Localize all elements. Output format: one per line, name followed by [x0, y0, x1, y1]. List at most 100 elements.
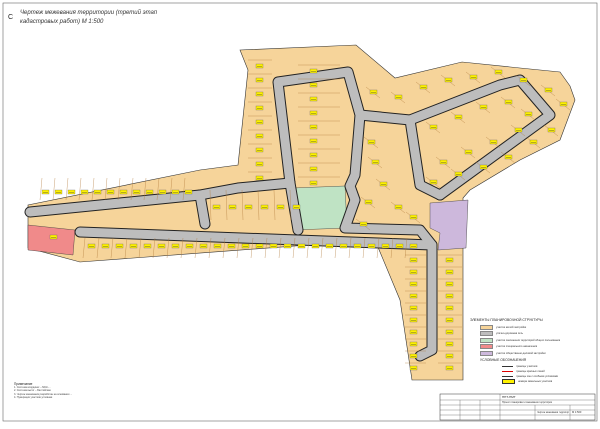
lot-label-plate: [409, 293, 418, 299]
lot-label-plate: [255, 119, 264, 125]
lot-label-plate: [454, 171, 463, 177]
lot-label-plate: [87, 243, 96, 249]
lot-label-plate: [297, 243, 306, 249]
lot-label-plate: [409, 281, 418, 287]
lot-label-plate: [409, 317, 418, 323]
lot-label-plate: [395, 243, 404, 249]
lot-label-plate: [283, 243, 292, 249]
lot-label-plate: [255, 91, 264, 97]
lot-label-plate: [445, 293, 454, 299]
territory: [27, 44, 576, 381]
lot-label-plate: [445, 365, 454, 371]
lot-boundary-line: [52, 177, 56, 201]
notes-block: Примечание 1. Система координат – МСК-..…: [14, 382, 72, 399]
title-block: [439, 393, 596, 421]
lot-label-plate: [309, 110, 318, 116]
lot-label-plate: [547, 127, 556, 133]
legend-symbol-mark: [502, 370, 513, 372]
legend-symbols-title: УСЛОВНЫЕ ОБОЗНАЧЕНИЯ: [480, 358, 527, 362]
lot-label-plate: [489, 139, 498, 145]
legend-swatch: [480, 350, 493, 356]
lot-label-plate: [409, 214, 418, 220]
lot-label-plate: [409, 341, 418, 347]
lot-label-plate: [409, 257, 418, 263]
legend-symbol-label: границы красных линий: [516, 369, 545, 373]
lot-label-plate: [359, 221, 368, 227]
lot-label-plate: [244, 204, 253, 210]
lot-label-plate: [309, 96, 318, 102]
lot-label-plate: [119, 189, 128, 195]
lot-label-plate: [212, 204, 221, 210]
lot-label-plate: [394, 204, 403, 210]
lot-label-plate: [228, 204, 237, 210]
lot-boundary-line: [39, 177, 43, 201]
lot-label-plate: [93, 189, 102, 195]
lot-label-plate: [445, 257, 454, 263]
lot-label-plate: [255, 63, 264, 69]
lot-label-plate: [445, 269, 454, 275]
lot-label-plate: [544, 87, 553, 93]
lot-label-plate: [445, 305, 454, 311]
legend-symbol: границы участков: [502, 364, 537, 368]
lot-label-plate: [41, 189, 50, 195]
lot-label-plate: [394, 94, 403, 100]
legend-swatch: [480, 344, 493, 349]
lot-label-plate: [67, 189, 76, 195]
lot-label-plate: [353, 243, 362, 249]
legend-label: участки озеленения территорий общего пол…: [496, 338, 561, 342]
legend-swatch: [480, 337, 493, 343]
lot-label-plate: [504, 99, 513, 105]
legend-label: участки общественно-деловой застройки: [496, 351, 546, 355]
lot-label-plate: [429, 179, 438, 185]
lot-label-plate: [409, 243, 418, 249]
lot-label-plate: [309, 124, 318, 130]
legend-symbol-label: границы участков: [516, 364, 538, 368]
lot-label-plate: [325, 243, 334, 249]
lot-label-plate: [143, 243, 152, 249]
lot-label-plate: [409, 269, 418, 275]
lot-label-plate: [309, 180, 318, 186]
legend-symbol-mark: [502, 378, 515, 384]
drawing-sheet: С Чертеж межевания территории (третий эт…: [0, 0, 600, 424]
lot-label-plate: [445, 341, 454, 347]
lot-label-plate: [255, 133, 264, 139]
lot-label-plate: [529, 139, 538, 145]
lot-label-plate: [445, 329, 454, 335]
stamp-scale: М 1:500: [572, 411, 582, 414]
note-line: 4. Нумерация участков условная: [14, 395, 53, 399]
lot-label-plate: [519, 77, 528, 83]
lot-label-plate: [369, 89, 378, 95]
lot-label-plate: [101, 243, 110, 249]
lot-label-plate: [367, 243, 376, 249]
lot-label-plate: [269, 243, 278, 249]
legend-symbol-mark: [502, 375, 513, 377]
lot-label-plate: [309, 152, 318, 158]
lot-label-plate: [199, 243, 208, 249]
lot-label-plate: [49, 234, 58, 240]
lot-label-plate: [445, 353, 454, 359]
lot-label-plate: [371, 159, 380, 165]
legend-symbol-mark: [502, 365, 513, 367]
lot-label-plate: [184, 189, 193, 195]
lot-label-plate: [444, 77, 453, 83]
lot-label-plate: [514, 127, 523, 133]
legend-item: участки озеленения территорий общего пол…: [480, 337, 561, 343]
lot-label-plate: [255, 105, 264, 111]
lot-label-plate: [241, 243, 250, 249]
lot-label-plate: [171, 189, 180, 195]
lot-label-plate: [409, 305, 418, 311]
lot-label-plate: [292, 204, 301, 210]
legend-symbol-label: номера земельных участков: [518, 379, 553, 383]
legend-symbol-label: границы зон с особыми условиями: [516, 374, 559, 378]
lot-label-plate: [559, 101, 568, 107]
legend-label: улично-дорожная сеть: [496, 332, 524, 335]
lot-label-plate: [255, 77, 264, 83]
legend-item: участки специального назначения: [480, 344, 537, 349]
lot-label-plate: [409, 365, 418, 371]
legend-swatch: [480, 324, 493, 330]
lot-label-plate: [260, 204, 269, 210]
lot-label-plate: [227, 243, 236, 249]
lot-label-plate: [171, 243, 180, 249]
lot-label-plate: [479, 104, 488, 110]
lot-label-plate: [80, 189, 89, 195]
